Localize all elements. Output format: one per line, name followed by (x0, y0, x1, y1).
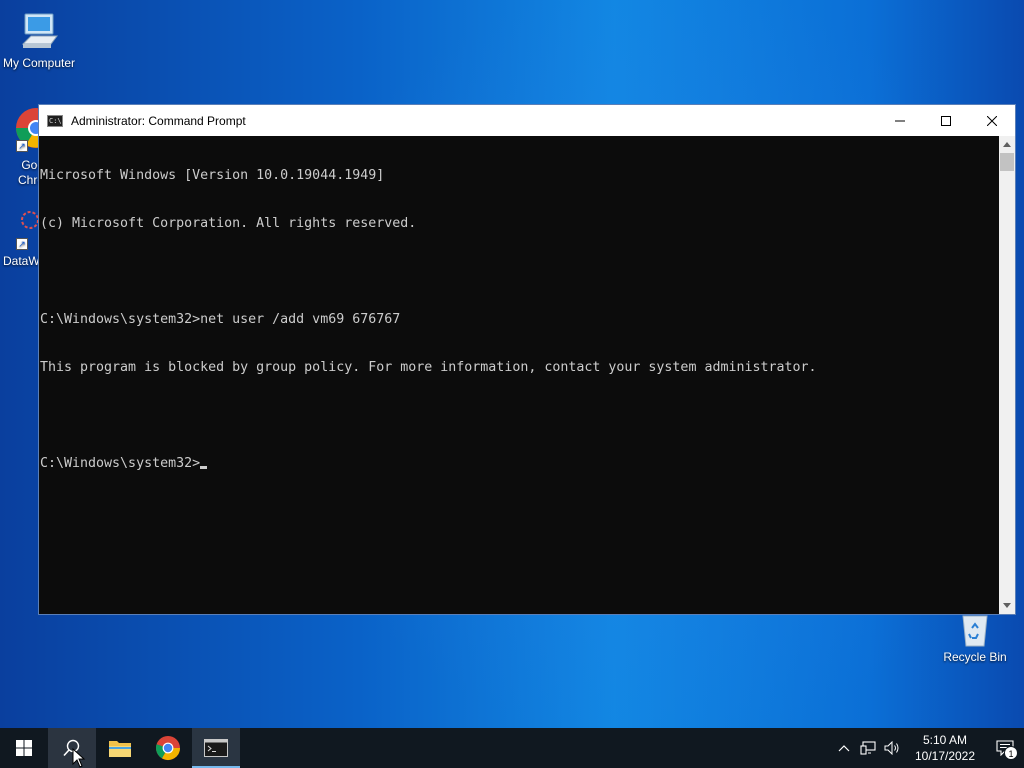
command-prompt-icon: C:\ (47, 114, 63, 127)
clock-date: 10/17/2022 (914, 749, 976, 763)
chevron-up-icon (1003, 142, 1011, 147)
computer-icon (21, 13, 58, 48)
console-line: This program is blocked by group policy.… (40, 360, 817, 375)
text-cursor (200, 466, 208, 469)
recycle-bin-icon (962, 615, 988, 647)
volume-button[interactable] (880, 728, 904, 768)
minimize-icon (895, 120, 905, 121)
console-output[interactable]: Microsoft Windows [Version 10.0.19044.19… (39, 136, 999, 614)
action-center-button[interactable]: 1 (986, 728, 1024, 768)
maximize-button[interactable] (923, 105, 969, 136)
console-line: Microsoft Windows [Version 10.0.19044.19… (40, 168, 385, 183)
my-computer-label: My Computer (2, 56, 76, 70)
scrollbar-thumb[interactable] (1000, 153, 1014, 171)
start-button[interactable] (0, 728, 48, 768)
shortcut-arrow-icon: ↗ (16, 238, 28, 250)
command-prompt-window[interactable]: C:\ Administrator: Command Prompt Micros… (38, 104, 1016, 615)
file-explorer-icon (109, 741, 131, 757)
window-title: Administrator: Command Prompt (71, 113, 246, 128)
vertical-scrollbar[interactable] (999, 136, 1015, 614)
mouse-pointer-icon (72, 748, 86, 768)
chevron-down-icon (1003, 603, 1011, 608)
title-bar[interactable]: C:\ Administrator: Command Prompt (39, 105, 1015, 136)
close-icon (987, 115, 997, 126)
dataw-label: DataW (3, 254, 40, 268)
maximize-icon (941, 115, 951, 126)
scroll-up-button[interactable] (999, 136, 1015, 153)
chrome-icon (156, 736, 180, 761)
scroll-down-button[interactable] (999, 597, 1015, 614)
system-tray: 5:10 AM 10/17/2022 1 (832, 728, 1024, 768)
recycle-bin-label: Recycle Bin (943, 650, 1007, 664)
console-prompt: C:\Windows\system32> (40, 456, 201, 471)
console-prompt-line[interactable]: C:\Windows\system32> (40, 456, 999, 472)
clock-time: 5:10 AM (922, 733, 968, 747)
speaker-icon (884, 741, 899, 755)
minimize-button[interactable] (877, 105, 923, 136)
windows-start-icon (16, 740, 32, 756)
app-icon (21, 211, 39, 229)
network-icon (860, 741, 876, 755)
chevron-up-icon (838, 745, 850, 752)
show-hidden-icons-button[interactable] (832, 728, 856, 768)
file-explorer-button[interactable] (96, 728, 144, 768)
chrome-taskbar-button[interactable] (144, 728, 192, 768)
clock[interactable]: 5:10 AM 10/17/2022 (910, 732, 980, 764)
console-line: (c) Microsoft Corporation. All rights re… (40, 216, 417, 231)
shortcut-arrow-icon: ↗ (16, 140, 28, 152)
command-prompt-taskbar-button[interactable] (192, 728, 240, 768)
close-button[interactable] (969, 105, 1015, 136)
console-line: C:\Windows\system32>net user /add vm69 6… (40, 312, 401, 327)
notification-count-badge: 1 (1004, 746, 1018, 760)
network-button[interactable] (856, 728, 880, 768)
desktop-icon-my-computer[interactable]: My Computer (0, 8, 78, 70)
desktop-icon-recycle-bin[interactable]: Recycle Bin (938, 612, 1012, 664)
taskbar: 5:10 AM 10/17/2022 1 (0, 728, 1024, 768)
command-prompt-icon (204, 739, 228, 757)
desktop-icon-dataw[interactable]: ↗ DataW (0, 206, 40, 272)
